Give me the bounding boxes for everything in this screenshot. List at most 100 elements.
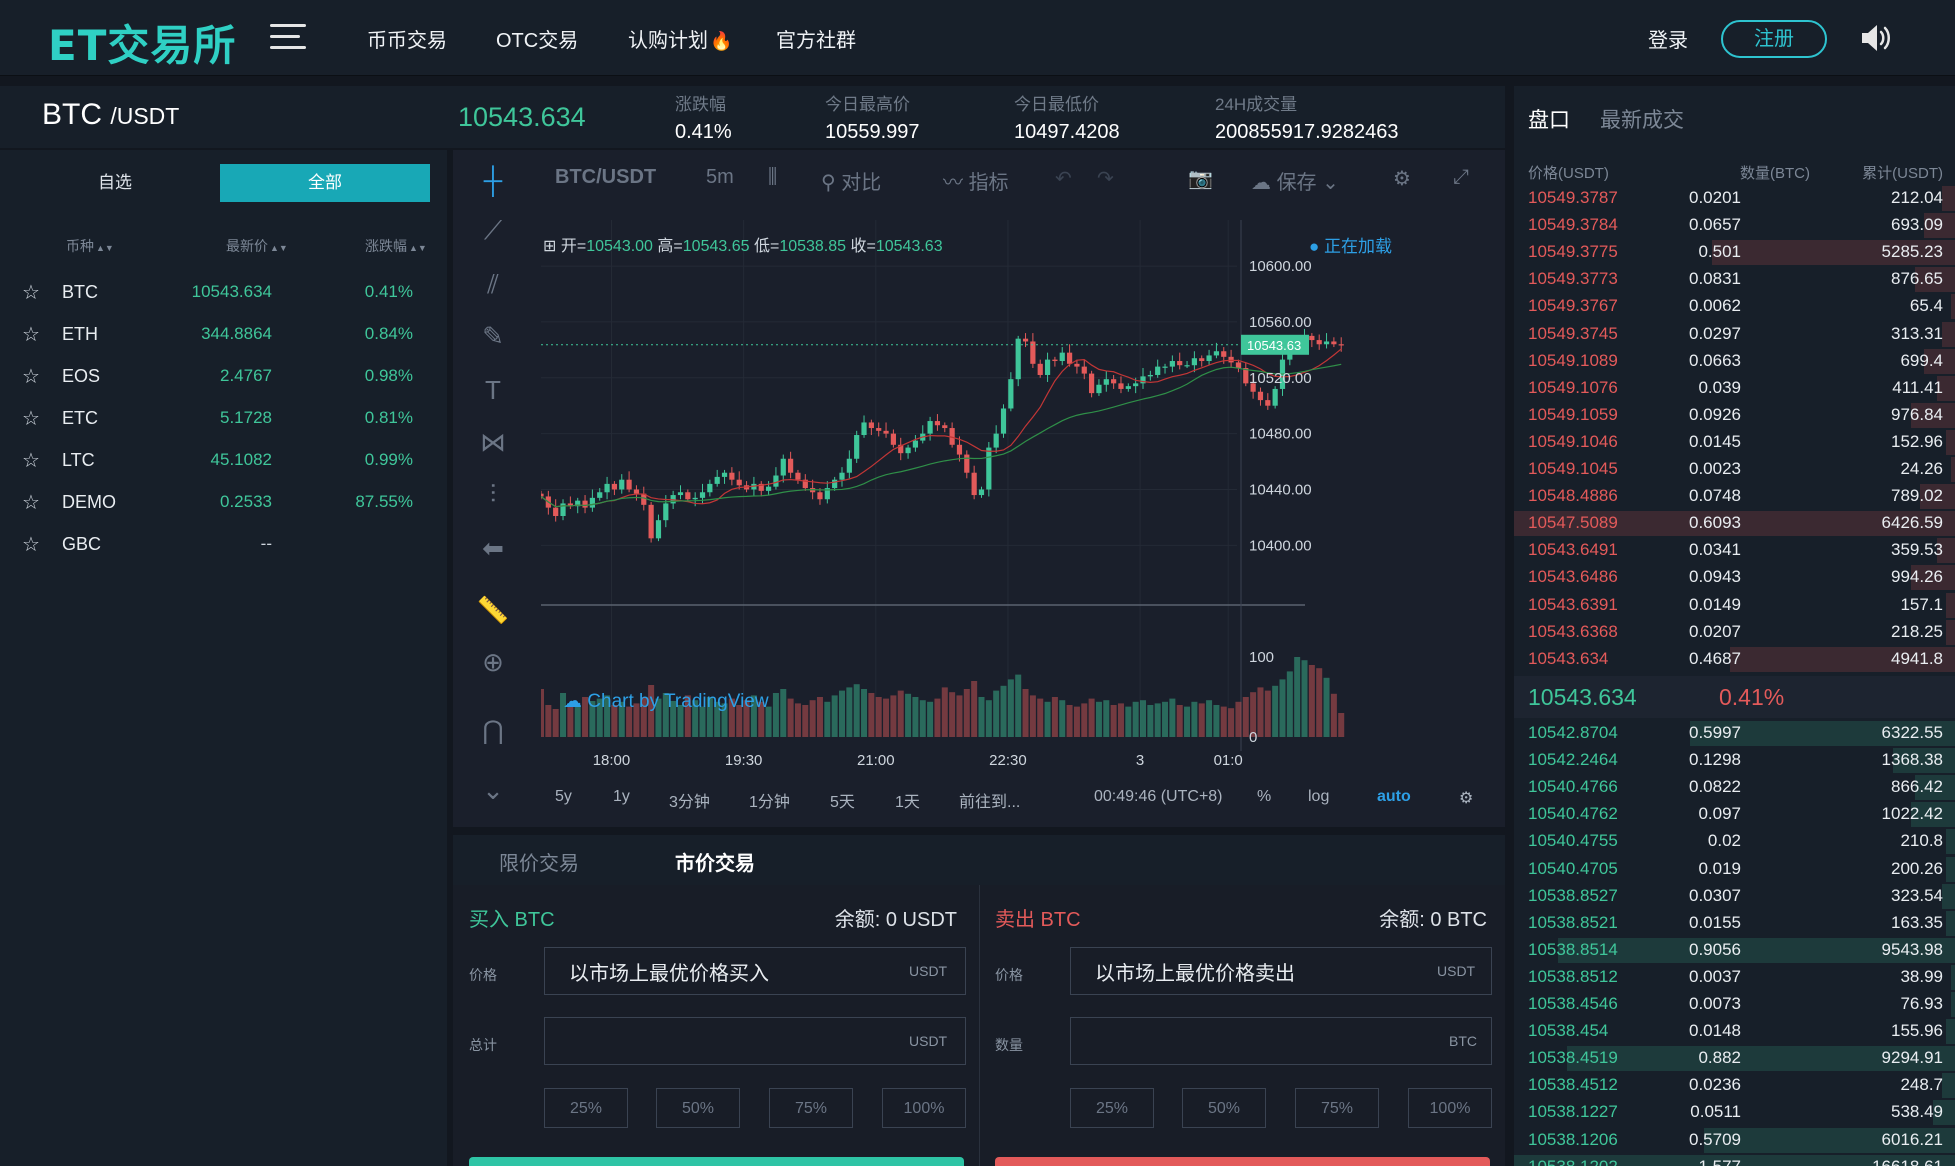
sell-pct-100[interactable]: 100%: [1408, 1088, 1492, 1128]
bid-row[interactable]: 10542.2464 0.1298 1368.38: [1514, 747, 1955, 774]
register-button[interactable]: 注册: [1721, 20, 1827, 58]
brush-icon[interactable]: ✎: [473, 316, 513, 356]
bid-row[interactable]: 10538.8512 0.0037 38.99: [1514, 964, 1955, 991]
settings-gear-icon[interactable]: ⚙: [1393, 166, 1411, 191]
tab-recent-trades[interactable]: 最新成交: [1600, 104, 1684, 134]
measure-lines-icon[interactable]: ⫶: [473, 474, 513, 514]
bid-row[interactable]: 10538.8514 0.9056 9543.98: [1514, 937, 1955, 964]
tab-all[interactable]: 全部: [220, 164, 430, 202]
buy-total-input[interactable]: [544, 1017, 966, 1065]
bid-row[interactable]: 10538.454 0.0148 155.96: [1514, 1018, 1955, 1045]
ruler-icon[interactable]: 📏: [473, 590, 513, 630]
star-icon[interactable]: ☆: [22, 448, 40, 473]
ask-row[interactable]: 10548.4886 0.0748 789.02: [1514, 483, 1955, 510]
bid-row[interactable]: 10542.8704 0.5997 6322.55: [1514, 720, 1955, 747]
fib-tool-icon[interactable]: ⫽: [473, 264, 513, 304]
sell-button[interactable]: [995, 1157, 1490, 1166]
range-5d[interactable]: 5天: [830, 788, 855, 812]
sell-pct-50[interactable]: 50%: [1182, 1088, 1266, 1128]
ask-row[interactable]: 10543.634 0.4687 4941.8: [1514, 646, 1955, 673]
buy-pct-100[interactable]: 100%: [882, 1088, 966, 1128]
market-row-btc[interactable]: ☆ BTC 10543.634 0.41%: [0, 270, 447, 312]
range-1min[interactable]: 1分钟: [749, 788, 790, 812]
crosshair-icon[interactable]: ┼: [473, 160, 513, 200]
tab-favorites[interactable]: 自选: [30, 164, 200, 202]
ask-row[interactable]: 10549.3775 0.501 5285.23: [1514, 239, 1955, 266]
legend-toggle-icon[interactable]: ⊞: [543, 238, 556, 255]
bid-row[interactable]: 10538.4512 0.0236 248.7: [1514, 1072, 1955, 1099]
market-row-eth[interactable]: ☆ ETH 344.8864 0.84%: [0, 312, 447, 354]
bid-row[interactable]: 10538.8521 0.0155 163.35: [1514, 910, 1955, 937]
col-header-change[interactable]: 涨跌幅 ▲▼: [365, 236, 427, 256]
scale-settings-icon[interactable]: ⚙: [1459, 788, 1473, 808]
back-arrow-icon[interactable]: ⬅: [473, 528, 513, 568]
hamburger-menu-icon[interactable]: [270, 24, 306, 52]
buy-pct-25[interactable]: 25%: [544, 1088, 628, 1128]
bid-row[interactable]: 10538.1202 1.577 16618.61: [1514, 1154, 1955, 1166]
redo-icon[interactable]: ↷: [1097, 166, 1114, 191]
range-5y[interactable]: 5y: [555, 788, 572, 806]
tab-market-order[interactable]: 市价交易: [675, 847, 755, 876]
goto-date[interactable]: 前往到...: [959, 788, 1020, 812]
magnet-icon[interactable]: ⋂: [473, 710, 513, 750]
ask-row[interactable]: 10549.3787 0.0201 212.04: [1514, 185, 1955, 212]
percent-toggle[interactable]: %: [1257, 788, 1271, 806]
speaker-icon[interactable]: [1858, 22, 1892, 54]
trend-line-icon[interactable]: ⟋: [473, 210, 513, 250]
star-icon[interactable]: ☆: [22, 490, 40, 515]
market-row-etc[interactable]: ☆ ETC 5.1728 0.81%: [0, 396, 447, 438]
nav-item-spot[interactable]: 币币交易: [367, 24, 447, 53]
bid-row[interactable]: 10540.4766 0.0822 866.42: [1514, 774, 1955, 801]
bid-row[interactable]: 10540.4762 0.097 1022.42: [1514, 801, 1955, 828]
fullscreen-icon[interactable]: ⤢: [1453, 166, 1469, 189]
ask-row[interactable]: 10549.3784 0.0657 693.09: [1514, 212, 1955, 239]
range-1d[interactable]: 1天: [895, 788, 920, 812]
market-row-ltc[interactable]: ☆ LTC 45.1082 0.99%: [0, 438, 447, 480]
save-button[interactable]: ☁ 保存 ⌄: [1251, 166, 1339, 195]
star-icon[interactable]: ☆: [22, 322, 40, 347]
col-header-symbol[interactable]: 币种 ▲▼: [66, 236, 114, 256]
ask-row[interactable]: 10549.1059 0.0926 976.84: [1514, 402, 1955, 429]
pattern-tool-icon[interactable]: ⋈: [473, 422, 513, 462]
col-header-price[interactable]: 最新价 ▲▼: [226, 236, 288, 256]
undo-icon[interactable]: ↶: [1055, 166, 1072, 191]
logo[interactable]: ET交易所: [48, 12, 236, 73]
star-icon[interactable]: ☆: [22, 364, 40, 389]
ask-row[interactable]: 10549.3745 0.0297 313.31: [1514, 321, 1955, 348]
nav-item-otc[interactable]: OTC交易: [496, 24, 578, 53]
sell-amount-input[interactable]: [1070, 1017, 1492, 1065]
log-toggle[interactable]: log: [1308, 788, 1329, 806]
nav-item-subscription[interactable]: 认购计划 🔥: [628, 24, 732, 53]
chart-symbol[interactable]: BTC/USDT: [555, 166, 656, 189]
ask-row[interactable]: 10543.6391 0.0149 157.1: [1514, 592, 1955, 619]
market-row-demo[interactable]: ☆ DEMO 0.2533 87.55%: [0, 480, 447, 522]
ask-row[interactable]: 10549.1045 0.0023 24.26: [1514, 456, 1955, 483]
sell-price-input[interactable]: [1070, 947, 1492, 995]
tradingview-watermark[interactable]: ☁ Chart by TradingView: [563, 690, 769, 713]
range-1y[interactable]: 1y: [613, 788, 630, 806]
market-row-eos[interactable]: ☆ EOS 2.4767 0.98%: [0, 354, 447, 396]
star-icon[interactable]: ☆: [22, 280, 40, 305]
collapse-chevron-icon[interactable]: ⌄: [473, 770, 513, 810]
login-link[interactable]: 登录: [1648, 24, 1688, 53]
bid-row[interactable]: 10538.1227 0.0511 538.49: [1514, 1099, 1955, 1126]
sell-pct-75[interactable]: 75%: [1295, 1088, 1379, 1128]
chart-interval[interactable]: 5m: [706, 166, 734, 189]
ask-row[interactable]: 10549.3767 0.0062 65.4: [1514, 293, 1955, 320]
zoom-in-icon[interactable]: ⊕: [473, 642, 513, 682]
bid-row[interactable]: 10540.4755 0.02 210.8: [1514, 828, 1955, 855]
text-tool-icon[interactable]: T: [473, 370, 513, 410]
candle-style-icon[interactable]: ⫼: [768, 166, 777, 189]
camera-icon[interactable]: 📷: [1188, 166, 1213, 191]
auto-toggle[interactable]: auto: [1377, 788, 1411, 806]
ask-row[interactable]: 10549.3773 0.0831 876.65: [1514, 266, 1955, 293]
nav-item-community[interactable]: 官方社群: [776, 24, 856, 53]
ask-row[interactable]: 10543.6486 0.0943 994.26: [1514, 564, 1955, 591]
ask-row[interactable]: 10549.1046 0.0145 152.96: [1514, 429, 1955, 456]
bid-row[interactable]: 10538.4519 0.882 9294.91: [1514, 1045, 1955, 1072]
compare-button[interactable]: ⚲ 对比: [821, 166, 881, 195]
buy-button[interactable]: [469, 1157, 964, 1166]
star-icon[interactable]: ☆: [22, 532, 40, 557]
ask-row[interactable]: 10549.1076 0.039 411.41: [1514, 375, 1955, 402]
indicators-button[interactable]: 〰 指标: [943, 166, 1009, 195]
